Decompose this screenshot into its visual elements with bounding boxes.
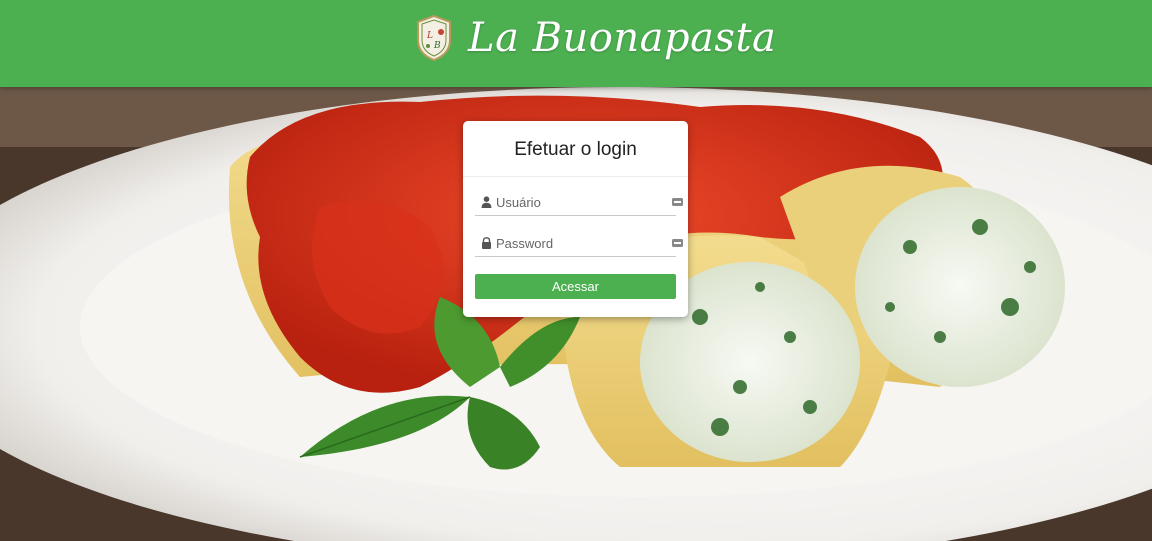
login-submit-button[interactable]: Acessar xyxy=(475,274,676,299)
brand-name: La Buonapasta xyxy=(468,15,777,61)
brand[interactable]: L B La Buonapasta xyxy=(414,12,776,64)
username-field[interactable] xyxy=(475,189,683,216)
user-icon xyxy=(481,196,492,208)
password-manager-key-icon[interactable] xyxy=(672,239,683,247)
restaurant-crest-icon: L B xyxy=(417,14,451,62)
login-card: Efetuar o login Acessar xyxy=(463,121,688,317)
svg-text:B: B xyxy=(433,41,441,51)
login-divider xyxy=(463,176,688,177)
password-input[interactable] xyxy=(496,232,672,254)
password-field[interactable] xyxy=(475,230,683,257)
lock-icon xyxy=(482,237,491,249)
top-header: L B La Buonapasta xyxy=(0,0,1152,87)
svg-text:L: L xyxy=(426,31,433,41)
password-manager-key-icon[interactable] xyxy=(672,198,683,206)
username-input[interactable] xyxy=(496,191,672,213)
login-title: Efetuar o login xyxy=(514,139,637,160)
